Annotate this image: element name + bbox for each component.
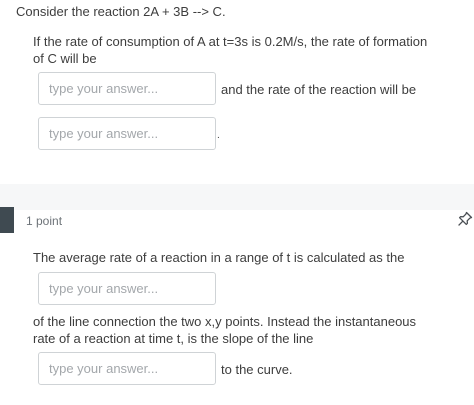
q1-answer-input-1[interactable] xyxy=(38,72,216,105)
pin-icon[interactable] xyxy=(457,211,473,227)
question1-heading: Consider the reaction 2A + 3B --> C. xyxy=(16,4,226,19)
q1-answer-input-2[interactable] xyxy=(38,117,216,150)
question1-trailing-dot: . xyxy=(217,130,220,141)
question-marker-bar xyxy=(0,207,14,233)
question1-text-line2: of C will be xyxy=(33,51,97,66)
question2-text-line3: rate of a reaction at time t, is the slo… xyxy=(33,331,314,346)
q2-answer-input-1[interactable] xyxy=(38,272,216,305)
points-label: 1 point xyxy=(26,214,63,228)
question1-text-line1: If the rate of consumption of A at t=3s … xyxy=(33,34,428,49)
question2-text-line2: of the line connection the two x,y point… xyxy=(33,314,417,329)
question2-text-line1: The average rate of a reaction in a rang… xyxy=(33,250,405,265)
question2-after-input-text: to the curve. xyxy=(221,362,293,377)
question1-between-text: and the rate of the reaction will be xyxy=(221,82,417,97)
q2-answer-input-2[interactable] xyxy=(38,352,216,385)
question-divider xyxy=(0,184,474,210)
